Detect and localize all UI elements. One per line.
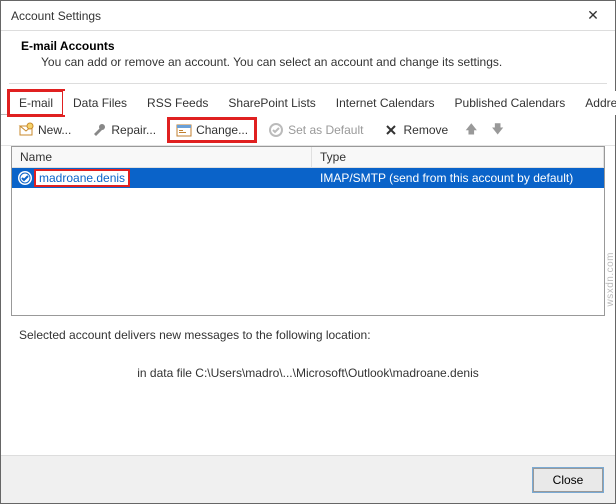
tab-rss-feeds[interactable]: RSS Feeds — [137, 91, 218, 115]
window-title: Account Settings — [11, 9, 101, 23]
remove-label: Remove — [403, 123, 448, 137]
toolbar: New... Repair... Change... Set as Defaul… — [1, 115, 615, 146]
watermark: wsxdn.com — [606, 252, 616, 307]
cell-name: madroane.denis — [12, 171, 312, 185]
delivery-info-line1: Selected account delivers new messages t… — [19, 328, 597, 342]
change-button[interactable]: Change... — [169, 119, 255, 141]
remove-button[interactable]: Remove — [376, 119, 455, 141]
close-button[interactable]: Close — [533, 468, 603, 492]
tab-sharepoint-lists[interactable]: SharePoint Lists — [218, 91, 325, 115]
tab-strip: E-mail Data Files RSS Feeds SharePoint L… — [1, 90, 615, 115]
table-header: Name Type — [12, 147, 604, 168]
delivery-info: Selected account delivers new messages t… — [1, 316, 615, 380]
cell-type: IMAP/SMTP (send from this account by def… — [312, 171, 604, 185]
header-subtitle: You can add or remove an account. You ca… — [21, 55, 595, 69]
new-button[interactable]: New... — [11, 119, 78, 141]
new-icon — [18, 122, 34, 138]
table-row[interactable]: madroane.denis IMAP/SMTP (send from this… — [12, 168, 604, 188]
change-icon — [176, 122, 192, 138]
header-title: E-mail Accounts — [21, 39, 595, 53]
tab-published-calendars[interactable]: Published Calendars — [445, 91, 576, 115]
move-up-icon: 🡅 — [461, 120, 481, 141]
repair-icon — [91, 122, 107, 138]
divider — [9, 83, 607, 84]
col-header-name[interactable]: Name — [12, 147, 312, 167]
delivery-info-path: in data file C:\Users\madro\...\Microsof… — [19, 366, 597, 380]
remove-icon — [383, 122, 399, 138]
set-default-label: Set as Default — [288, 123, 363, 137]
change-label: Change... — [196, 123, 248, 137]
titlebar: Account Settings ✕ — [1, 1, 615, 31]
accounts-table: Name Type madroane.denis IMAP/SMTP (send… — [11, 146, 605, 316]
tab-internet-calendars[interactable]: Internet Calendars — [326, 91, 445, 115]
repair-button[interactable]: Repair... — [84, 119, 163, 141]
move-down-icon: 🡇 — [488, 120, 508, 141]
check-circle-icon — [268, 122, 284, 138]
tab-email[interactable]: E-mail — [9, 91, 63, 115]
new-label: New... — [38, 123, 71, 137]
window-close-button[interactable]: ✕ — [571, 1, 615, 31]
account-settings-dialog: Account Settings ✕ E-mail Accounts You c… — [0, 0, 616, 504]
repair-label: Repair... — [111, 123, 156, 137]
dialog-footer: Close — [1, 455, 615, 503]
set-default-button: Set as Default — [261, 119, 370, 141]
account-name: madroane.denis — [36, 171, 128, 185]
tab-data-files[interactable]: Data Files — [63, 91, 137, 115]
account-default-icon — [18, 171, 32, 185]
close-icon: ✕ — [587, 7, 599, 24]
header-section: E-mail Accounts You can add or remove an… — [1, 31, 615, 83]
tab-address-books[interactable]: Address Books — [575, 91, 616, 115]
col-header-type[interactable]: Type — [312, 147, 604, 167]
